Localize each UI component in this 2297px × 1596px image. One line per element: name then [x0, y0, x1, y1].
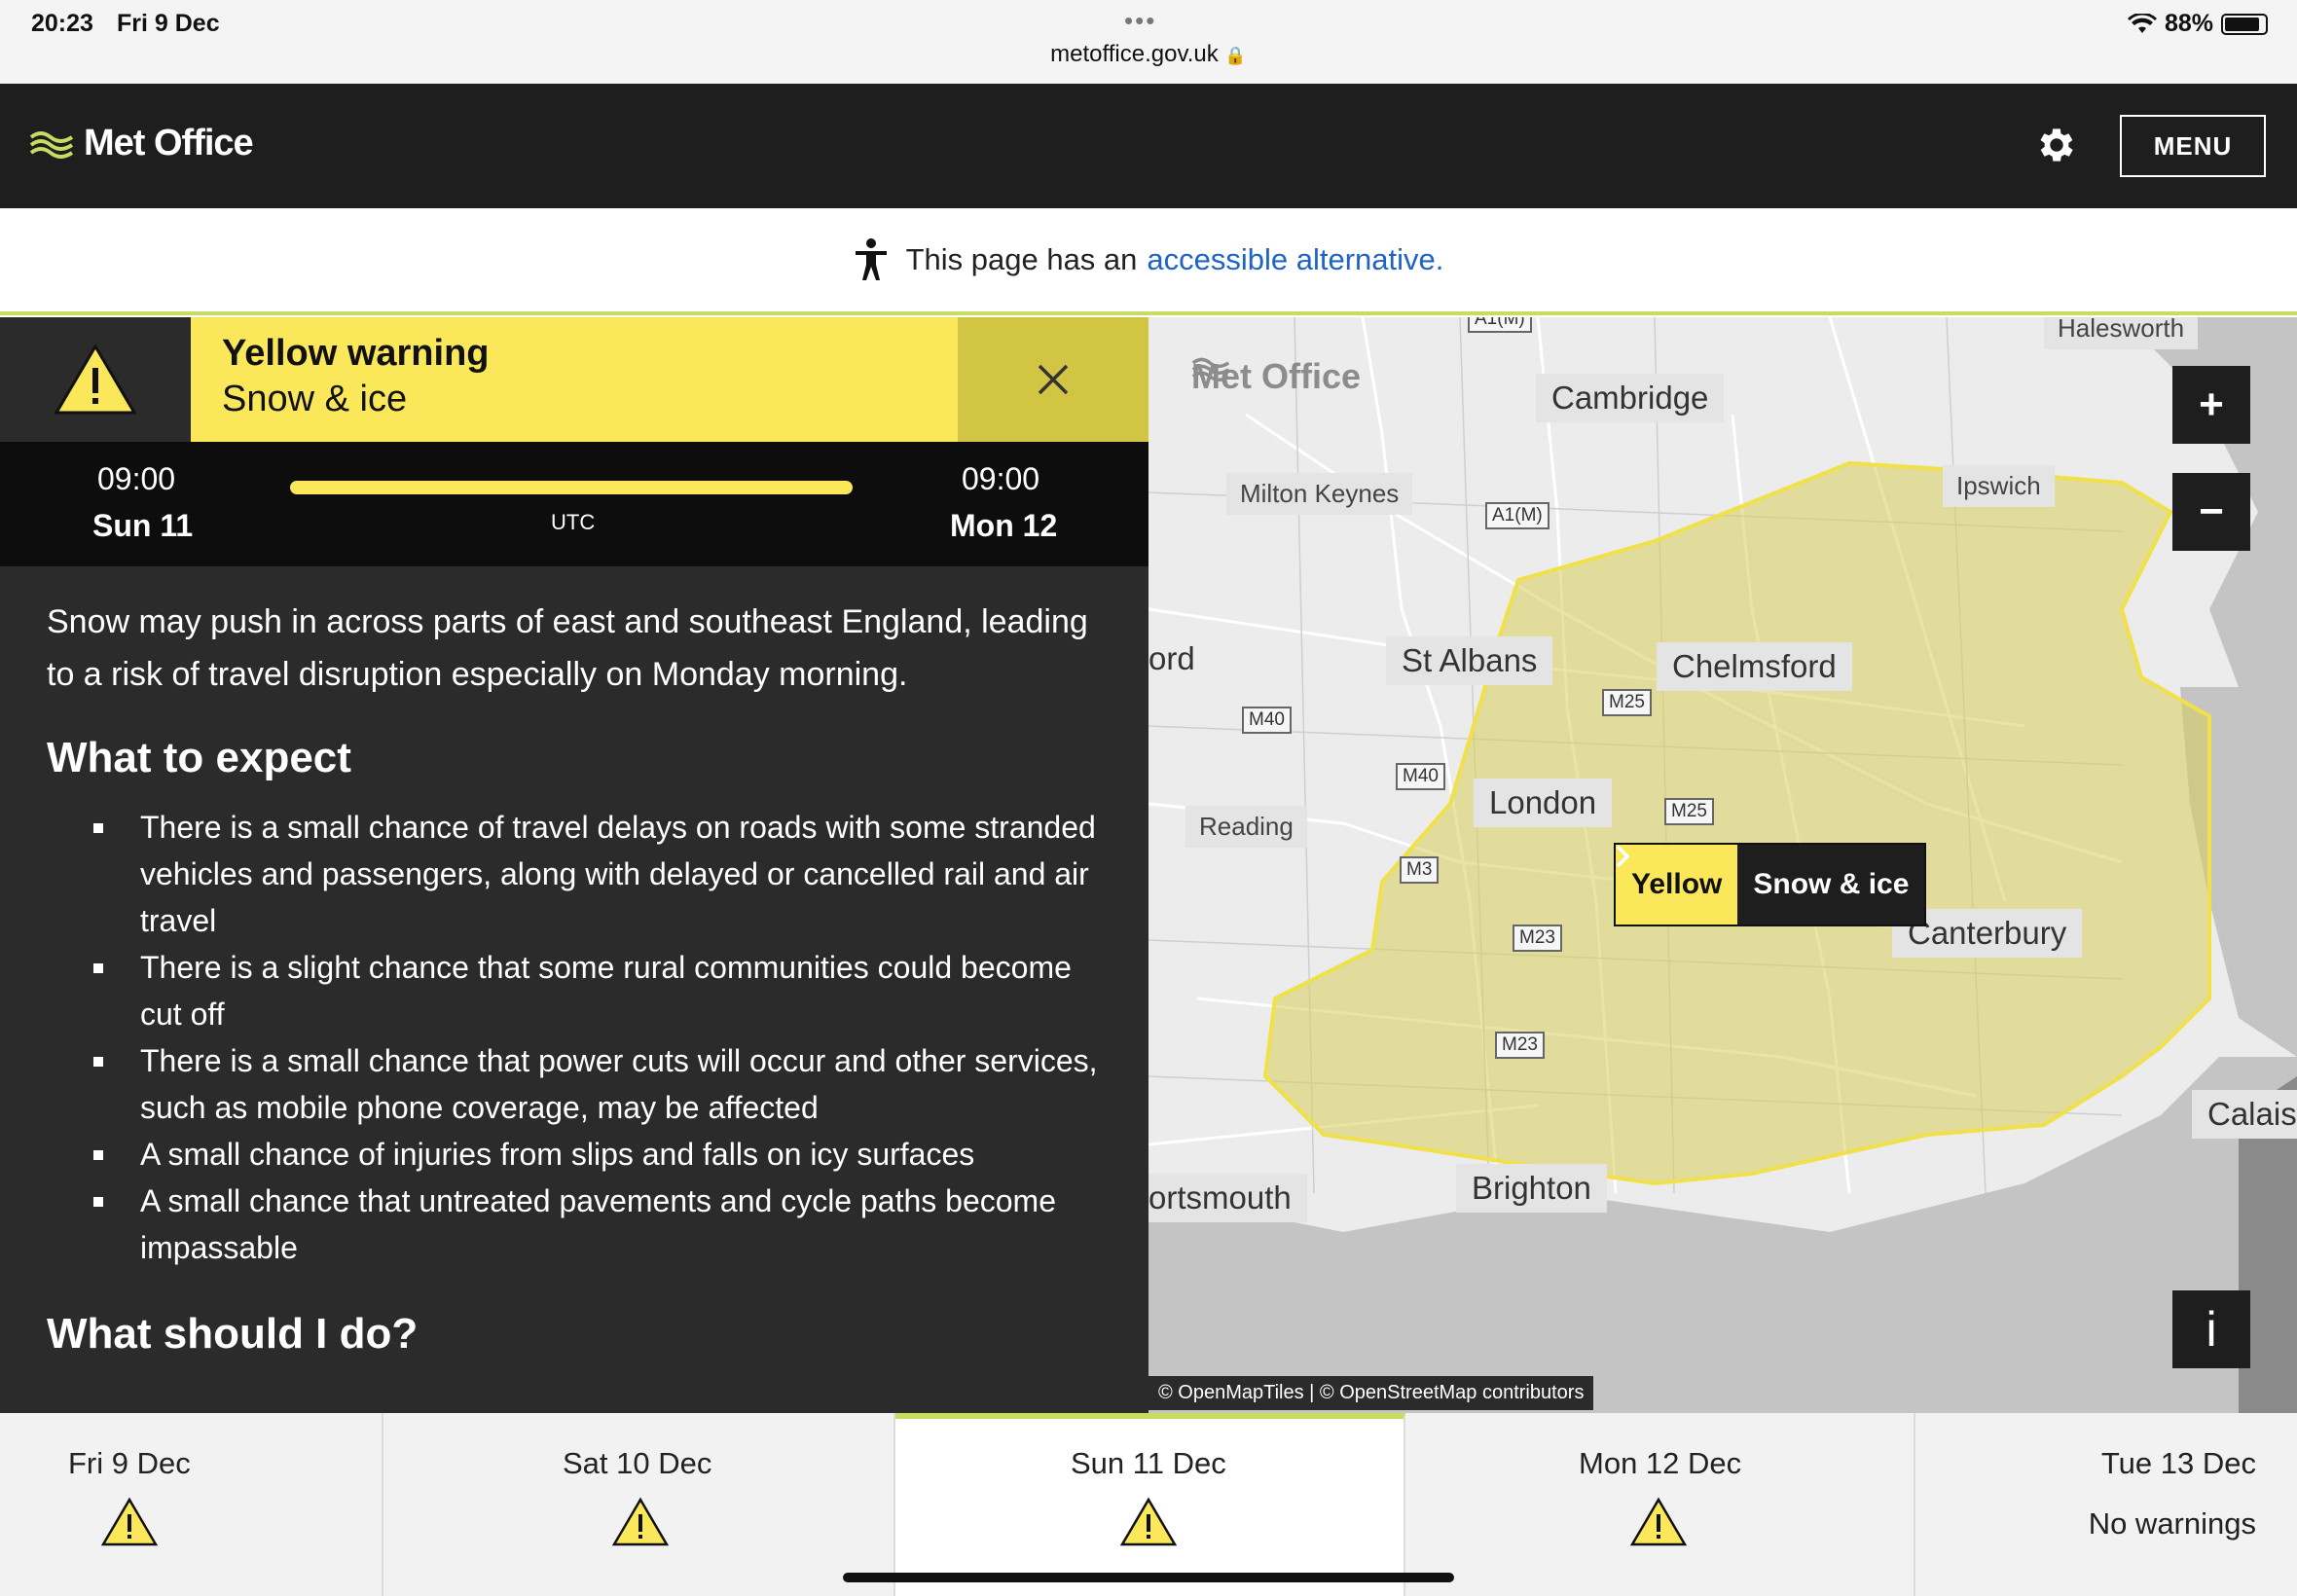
day-label: Mon 12 Dec — [1579, 1446, 1742, 1480]
day-label: Sat 10 Dec — [563, 1446, 712, 1480]
battery-percent: 88% — [2164, 10, 2213, 37]
map-road-m40-south: M40 — [1396, 763, 1445, 790]
warning-title-box: Yellow warning Snow & ice — [191, 317, 958, 442]
map-label-milton-keynes: Milton Keynes — [1226, 473, 1413, 515]
warning-panel: Yellow warning Snow & ice 09:00 Sun 11 U… — [0, 317, 1148, 1413]
warning-header: Yellow warning Snow & ice — [0, 317, 1148, 442]
chevron-right-icon — [1616, 845, 1629, 868]
tab-sun-11-dec[interactable]: Sun 11 Dec — [895, 1413, 1405, 1596]
map-road-m3: M3 — [1400, 856, 1440, 884]
tab-sat-10-dec[interactable]: Sat 10 Dec — [383, 1413, 895, 1596]
warning-triangle-icon — [54, 344, 137, 415]
tab-mon-12-dec[interactable]: Mon 12 Dec — [1405, 1413, 1915, 1596]
battery-fill — [2225, 17, 2260, 31]
map-label-ford: ord — [1148, 640, 1195, 676]
warning-title: Yellow warning — [222, 333, 490, 374]
accessible-prefix: This page has an — [905, 242, 1138, 276]
map-road-m25-east: M25 — [1664, 798, 1714, 825]
timeline-start-time: 09:00 — [97, 461, 176, 496]
accessible-link[interactable]: accessible alternative. — [1147, 242, 1443, 277]
map-label-halesworth: Halesworth — [2044, 317, 2199, 349]
day-label: Fri 9 Dec — [68, 1446, 191, 1480]
warning-triangle-icon — [1119, 1497, 1178, 1546]
expect-heading: What to expect — [47, 734, 351, 781]
status-bar: 20:23 Fri 9 Dec ••• metoffice.gov.uk 🔒 8… — [0, 0, 2297, 84]
map-pill-type: Snow & ice — [1616, 845, 1925, 925]
list-item: A small chance of injuries from slips an… — [93, 1131, 1117, 1178]
close-icon — [1038, 364, 1069, 395]
logo-text: Met Office — [84, 123, 254, 163]
browser-dots-icon[interactable]: ••• — [1124, 6, 1156, 36]
tab-fri-9-dec[interactable]: Fri 9 Dec — [0, 1413, 383, 1596]
warning-intro: Snow may push in across parts of east an… — [47, 603, 1088, 693]
timeline-timezone: UTC — [551, 510, 596, 534]
list-item: A small chance that untreated pavements … — [93, 1178, 1117, 1271]
map-label-london: London — [1474, 779, 1613, 827]
gear-icon[interactable] — [2034, 123, 2079, 167]
status-date: Fri 9 Dec — [117, 10, 220, 37]
zoom-out-button[interactable]: − — [2172, 473, 2250, 551]
lock-icon: 🔒 — [1224, 46, 1247, 65]
list-item: There is a small chance that power cuts … — [93, 1037, 1117, 1131]
logo-waves-icon — [29, 130, 74, 159]
timeline-bar — [290, 481, 853, 494]
battery-icon — [2221, 13, 2268, 35]
map-road-a1m: A1(M) — [1485, 502, 1550, 529]
map-label-chelmsford: Chelmsford — [1657, 642, 1852, 691]
status-right: 88% — [2127, 10, 2268, 38]
map-road-m23-south: M23 — [1495, 1032, 1545, 1059]
map-label-ipswich: Ipswich — [1943, 465, 2055, 507]
warning-icon-box — [0, 317, 191, 442]
map-label-portsmouth: ortsmouth — [1148, 1174, 1307, 1222]
day-label: Sun 11 Dec — [1071, 1446, 1226, 1480]
warning-content: Snow may push in across parts of east an… — [47, 596, 1117, 1359]
home-indicator[interactable] — [843, 1573, 1454, 1582]
map-pill-level: Yellow — [1616, 845, 1738, 925]
map-road-a1m-top: A1(M) — [1468, 317, 1532, 333]
map-attribution[interactable]: © OpenMapTiles | © OpenStreetMap contrib… — [1148, 1376, 1594, 1410]
url-text: metoffice.gov.uk — [1050, 41, 1219, 67]
timeline-end-day: Mon 12 — [950, 508, 1058, 543]
met-office-logo[interactable]: Met Office — [29, 123, 254, 164]
map-label-calais: Calais — [2192, 1090, 2297, 1139]
accessible-banner: This page has an accessible alternative. — [0, 208, 2297, 315]
zoom-in-button[interactable]: + — [2172, 366, 2250, 444]
map-pill-type-text: Snow & ice — [1753, 868, 1910, 900]
warning-triangle-icon — [100, 1497, 159, 1546]
expect-list: There is a small chance of travel delays… — [47, 804, 1117, 1271]
warning-triangle-icon — [611, 1497, 670, 1546]
map-road-m23-north: M23 — [1513, 925, 1562, 952]
tab-tue-13-dec[interactable]: Tue 13 Dec No warnings — [1915, 1413, 2297, 1596]
map-label-cambridge: Cambridge — [1536, 374, 1725, 422]
warning-timeline: 09:00 Sun 11 UTC 09:00 Mon 12 — [0, 442, 1148, 566]
site-header: Met Office MENU — [0, 84, 2297, 208]
list-item: There is a small chance of travel delays… — [93, 804, 1117, 944]
warning-triangle-icon — [1629, 1497, 1688, 1546]
map-label-st-albans: St Albans — [1386, 636, 1553, 685]
map-road-m25-north: M25 — [1602, 689, 1652, 716]
url-bar[interactable]: metoffice.gov.uk 🔒 — [0, 41, 2297, 68]
warning-subtitle: Snow & ice — [222, 379, 408, 419]
map-label-reading: Reading — [1185, 806, 1307, 848]
status-time: 20:23 — [31, 10, 93, 37]
timeline-end-time: 09:00 — [962, 461, 1040, 496]
close-button[interactable] — [958, 317, 1148, 442]
map-label-brighton: Brighton — [1456, 1164, 1607, 1213]
list-item: There is a slight chance that some rural… — [93, 944, 1117, 1037]
map-watermark: Met Office — [1191, 356, 1361, 397]
day-tabs: Fri 9 Dec Sat 10 Dec Sun 11 Dec Mon 12 D… — [0, 1413, 2297, 1596]
map-warning-pill[interactable]: Yellow Snow & ice — [1614, 843, 1927, 926]
day-label: Tue 13 Dec — [2100, 1446, 2256, 1480]
menu-button[interactable]: MENU — [2120, 115, 2266, 177]
map-logo-waves-icon — [1191, 357, 1230, 381]
map-road-m40-north: M40 — [1242, 707, 1292, 734]
warning-map[interactable]: Met Office Cambridge Milton Keynes St Al… — [1148, 317, 2297, 1413]
no-warnings-text: No warnings — [2088, 1506, 2256, 1541]
what-to-do-heading: What should I do? — [47, 1310, 419, 1358]
info-button[interactable]: i — [2172, 1290, 2250, 1368]
accessibility-icon — [855, 238, 887, 280]
wifi-icon — [2127, 13, 2157, 33]
timeline-start-day: Sun 11 — [92, 508, 194, 543]
